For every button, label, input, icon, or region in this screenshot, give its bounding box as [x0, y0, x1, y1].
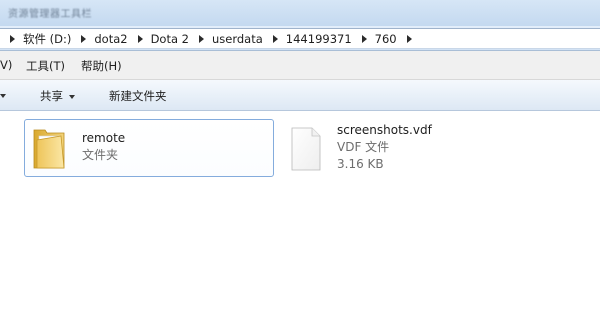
folder-icon	[33, 129, 65, 169]
breadcrumb-arrow-icon[interactable]	[406, 34, 412, 43]
breadcrumb[interactable]: 软件 (D:) dota2 Dota 2 userdata 144199371 …	[0, 28, 600, 49]
breadcrumb-item-drive[interactable]: 软件 (D:)	[23, 31, 71, 47]
breadcrumb-item-user-id[interactable]: 144199371	[286, 32, 352, 46]
breadcrumb-arrow-icon[interactable]	[272, 34, 278, 43]
share-label: 共享	[40, 89, 63, 103]
title-bar: 资源管理器工具栏	[0, 0, 600, 26]
item-name: remote	[82, 131, 126, 145]
new-folder-button[interactable]: 新建文件夹	[109, 88, 167, 104]
breadcrumb-item-dota2[interactable]: dota2	[94, 32, 127, 46]
breadcrumb-arrow-icon[interactable]	[10, 34, 15, 43]
share-button[interactable]: 共享	[40, 88, 75, 104]
address-bar: 软件 (D:) dota2 Dota 2 userdata 144199371 …	[0, 26, 600, 51]
item-type: VDF 文件	[337, 140, 390, 154]
breadcrumb-arrow-icon[interactable]	[199, 34, 204, 43]
chevron-down-icon	[69, 94, 75, 99]
command-bar: 共享 新建文件夹	[0, 80, 600, 111]
breadcrumb-arrow-icon[interactable]	[137, 34, 143, 43]
breadcrumb-item-userdata[interactable]: userdata	[212, 32, 263, 46]
menu-tools[interactable]: 工具(T)	[26, 58, 65, 74]
breadcrumb-arrow-icon[interactable]	[361, 34, 367, 43]
menu-help[interactable]: 帮助(H)	[81, 58, 122, 74]
menu-bar: V) 工具(T) 帮助(H)	[0, 51, 600, 80]
item-size: 3.16 KB	[337, 157, 384, 171]
window-title: 资源管理器工具栏	[8, 9, 92, 20]
organize-dropdown-icon[interactable]	[0, 88, 6, 102]
menu-view[interactable]: V)	[0, 58, 12, 72]
item-type: 文件夹	[82, 148, 119, 162]
file-icon	[291, 127, 321, 171]
list-item-folder[interactable]: remote 文件夹	[24, 119, 274, 177]
breadcrumb-item-dota-2[interactable]: Dota 2	[151, 32, 189, 46]
item-name: screenshots.vdf	[337, 123, 432, 137]
file-list: remote 文件夹 screenshots.vdf VDF 文件 3.16 K…	[0, 111, 600, 315]
breadcrumb-item-760[interactable]: 760	[375, 32, 397, 46]
list-item-file[interactable]: screenshots.vdf VDF 文件 3.16 KB	[288, 119, 488, 175]
breadcrumb-arrow-icon[interactable]	[81, 34, 87, 43]
